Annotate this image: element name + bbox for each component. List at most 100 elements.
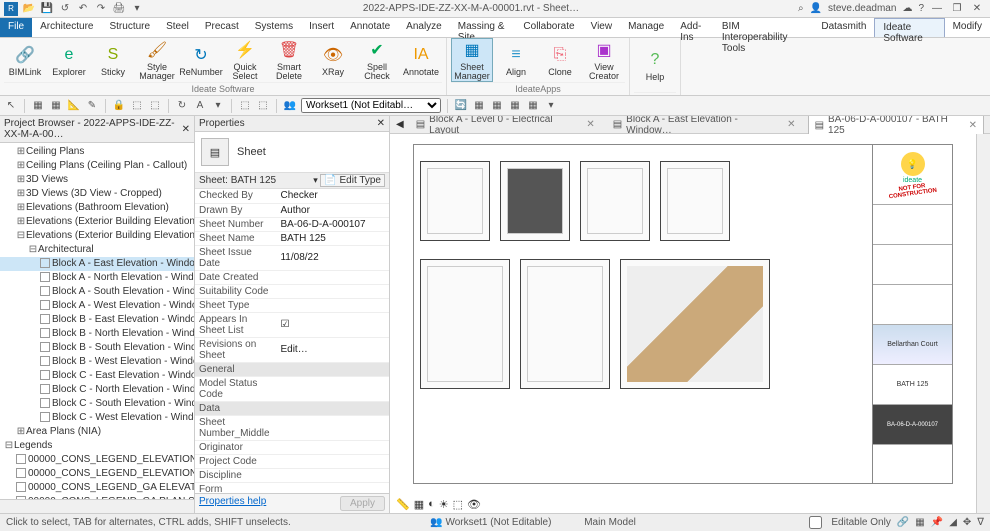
tab-insert[interactable]: Insert bbox=[301, 18, 342, 37]
editable-only-checkbox[interactable] bbox=[809, 516, 822, 529]
expand-icon[interactable]: ⊞ bbox=[16, 187, 26, 201]
workset-status[interactable]: Workset1 (Not Editable) bbox=[445, 517, 551, 528]
tab-steel[interactable]: Steel bbox=[158, 18, 197, 37]
model-status[interactable]: Main Model bbox=[584, 517, 636, 528]
tree-node[interactable]: ⊟Architectural bbox=[0, 243, 194, 257]
qat-redo-icon[interactable]: ↷ bbox=[94, 2, 108, 16]
qat-undo-icon[interactable]: ↶ bbox=[76, 2, 90, 16]
opt-icon[interactable]: ▦ bbox=[490, 99, 504, 113]
prop-value[interactable] bbox=[276, 376, 389, 401]
expand-icon[interactable]: ⊟ bbox=[28, 243, 38, 257]
tree-node[interactable]: Block B - East Elevation - Windo… bbox=[0, 313, 194, 327]
workset-status-icon[interactable]: 👥 bbox=[430, 517, 442, 528]
explorer-button[interactable]: eExplorer bbox=[48, 38, 90, 82]
tree-node[interactable]: ⊟Elevations (Exterior Building Elevation… bbox=[0, 229, 194, 243]
opt-icon[interactable]: ⬚ bbox=[238, 99, 252, 113]
tab-close-icon[interactable]: ✕ bbox=[586, 119, 594, 130]
tab-nav-left-icon[interactable]: ◀ bbox=[396, 119, 404, 130]
opt-icon[interactable]: ▦ bbox=[526, 99, 540, 113]
plan-view[interactable] bbox=[420, 259, 510, 389]
tree-node[interactable]: Block B - West Elevation - Windo… bbox=[0, 355, 194, 369]
prop-value[interactable] bbox=[276, 482, 389, 493]
prop-value[interactable] bbox=[276, 468, 389, 482]
modify-icon[interactable]: ↖ bbox=[4, 99, 18, 113]
opt-icon[interactable]: ▦ bbox=[49, 99, 63, 113]
opt-icon[interactable]: ▾ bbox=[544, 99, 558, 113]
tree-node[interactable]: Block A - North Elevation - Wind… bbox=[0, 271, 194, 285]
drag-icon[interactable]: ✥ bbox=[963, 517, 971, 528]
prop-value[interactable]: Edit… bbox=[276, 337, 389, 362]
close-button[interactable]: ✕ bbox=[968, 3, 986, 14]
elevation-view[interactable] bbox=[420, 161, 490, 241]
tab-structure[interactable]: Structure bbox=[101, 18, 158, 37]
tree-node[interactable]: Block A - South Elevation - Wind… bbox=[0, 285, 194, 299]
plan-view[interactable] bbox=[520, 259, 610, 389]
tree-node[interactable]: Block B - South Elevation - Windo… bbox=[0, 341, 194, 355]
expand-icon[interactable]: ⊞ bbox=[16, 425, 26, 439]
tab-annotate[interactable]: Annotate bbox=[342, 18, 398, 37]
minimize-button[interactable]: — bbox=[928, 3, 946, 14]
project-browser-hscroll[interactable] bbox=[0, 499, 194, 513]
workset-dropdown[interactable]: Workset1 (Not Editabl… bbox=[301, 98, 441, 113]
opt-icon[interactable]: 📐 bbox=[67, 99, 81, 113]
clone-button[interactable]: ⎘Clone bbox=[539, 38, 581, 82]
3d-view[interactable] bbox=[620, 259, 770, 389]
opt-icon[interactable]: ⬚ bbox=[256, 99, 270, 113]
vertical-scrollbar[interactable] bbox=[976, 134, 990, 513]
tree-node[interactable]: Block C - East Elevation - Windo… bbox=[0, 369, 194, 383]
tab-close-icon[interactable]: ✕ bbox=[969, 120, 977, 131]
elevation-view[interactable] bbox=[580, 161, 650, 241]
tree-node[interactable]: Block C - North Elevation - Windo… bbox=[0, 383, 194, 397]
user-name[interactable]: steve.deadman bbox=[828, 3, 896, 14]
qat-open-icon[interactable]: 📂 bbox=[22, 2, 36, 16]
opt-icon[interactable]: ▦ bbox=[31, 99, 45, 113]
expand-icon[interactable]: ⊟ bbox=[16, 229, 26, 243]
opt-icon[interactable]: ✎ bbox=[85, 99, 99, 113]
search-icon[interactable]: ⌕ bbox=[798, 3, 804, 14]
project-browser-tree[interactable]: ⊞Ceiling Plans⊞Ceiling Plans (Ceiling Pl… bbox=[0, 143, 194, 499]
expand-icon[interactable]: ⊞ bbox=[16, 159, 26, 173]
properties-type-selector[interactable]: ▤ Sheet bbox=[195, 132, 389, 173]
prop-value[interactable] bbox=[276, 454, 389, 468]
workset-icon[interactable]: 👥 bbox=[283, 99, 297, 113]
tree-node[interactable]: ⊞3D Views (3D View - Cropped) bbox=[0, 187, 194, 201]
properties-help-link[interactable]: Properties help bbox=[199, 496, 266, 511]
select-face-icon[interactable]: ◢ bbox=[949, 517, 957, 528]
tab-datasmith[interactable]: Datasmith bbox=[813, 18, 874, 37]
tree-node[interactable]: Block A - East Elevation - Windo… bbox=[0, 257, 194, 271]
tree-node[interactable]: ⊞3D Views bbox=[0, 173, 194, 187]
tab-architecture[interactable]: Architecture bbox=[32, 18, 101, 37]
elevation-view[interactable] bbox=[660, 161, 730, 241]
expand-icon[interactable]: ⊞ bbox=[16, 145, 26, 159]
quick-select-button[interactable]: ⚡Quick Select bbox=[224, 38, 266, 82]
opt-icon[interactable]: ▾ bbox=[211, 99, 225, 113]
qat-print-icon[interactable]: 🖨 bbox=[112, 2, 126, 16]
prop-value[interactable]: BATH 125 bbox=[276, 231, 389, 245]
tree-node[interactable]: ⊞Ceiling Plans bbox=[0, 145, 194, 159]
apply-button[interactable]: Apply bbox=[340, 496, 385, 511]
help-button[interactable]: ?Help bbox=[634, 43, 676, 87]
prop-value[interactable]: 11/08/22 bbox=[276, 245, 389, 270]
tab-view[interactable]: View bbox=[583, 18, 621, 37]
opt-icon[interactable]: 🔄 bbox=[454, 99, 468, 113]
scale-icon[interactable]: 📏 bbox=[396, 498, 410, 511]
elevation-view[interactable] bbox=[500, 161, 570, 241]
tree-node[interactable]: ⊞Ceiling Plans (Ceiling Plan - Callout) bbox=[0, 159, 194, 173]
xray-button[interactable]: 👁XRay bbox=[312, 38, 354, 82]
expand-icon[interactable]: ⊟ bbox=[4, 439, 14, 453]
tab-precast[interactable]: Precast bbox=[197, 18, 247, 37]
panel-close-icon[interactable]: ✕ bbox=[182, 124, 190, 135]
qat-save-icon[interactable]: 💾 bbox=[40, 2, 54, 16]
edit-type-button[interactable]: 📄 Edit Type bbox=[320, 174, 385, 187]
view-creator-button[interactable]: ▣View Creator bbox=[583, 38, 625, 82]
prop-value[interactable] bbox=[276, 298, 389, 312]
select-pinned-icon[interactable]: 📌 bbox=[931, 517, 943, 528]
expand-icon[interactable]: ⊞ bbox=[16, 201, 26, 215]
sticky-button[interactable]: SSticky bbox=[92, 38, 134, 82]
qat-dropdown-icon[interactable]: ▾ bbox=[130, 2, 144, 16]
sheet-manager-button[interactable]: ▦Sheet Manager bbox=[451, 38, 493, 82]
align-button[interactable]: ≡Align bbox=[495, 38, 537, 82]
tree-node[interactable]: Block C - West Elevation - Windo… bbox=[0, 411, 194, 425]
reveal-icon[interactable]: 👁 bbox=[467, 498, 481, 511]
tab-bim-interoperability-tools[interactable]: BIM Interoperability Tools bbox=[714, 18, 813, 37]
